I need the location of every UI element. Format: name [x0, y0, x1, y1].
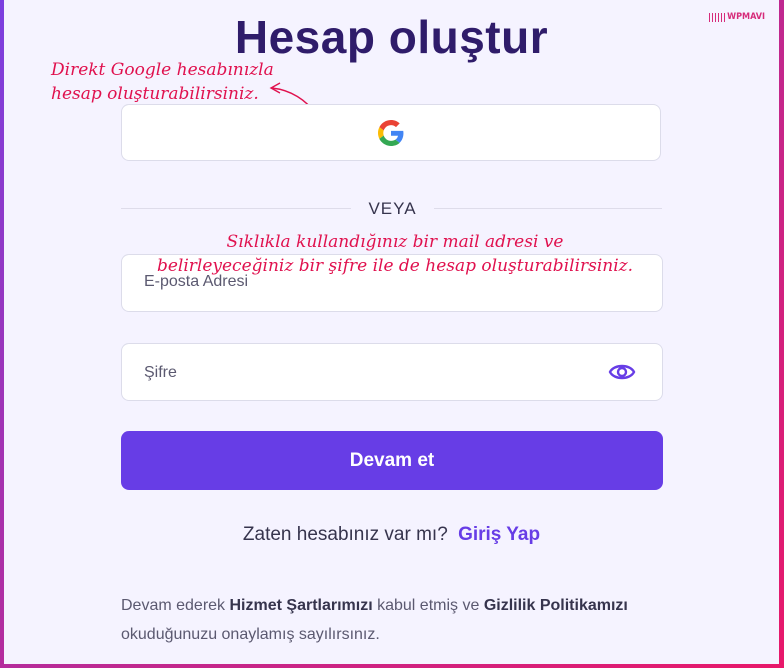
- divider-line-right: [434, 208, 662, 209]
- brand-text: WPMAVI: [727, 12, 765, 22]
- barcode-icon: [709, 12, 726, 22]
- terms-part2: kabul etmiş ve: [377, 597, 480, 614]
- email-annotation-line1: Sıklıkla kullandığınız bir mail adresi v…: [226, 232, 564, 252]
- password-field-box: [121, 343, 663, 402]
- terms-text: Devam ederek Hizmet Şartlarımızı kabul e…: [121, 591, 681, 649]
- terms-part1: Devam ederek: [121, 597, 226, 614]
- google-icon: [378, 119, 404, 146]
- google-annotation-line1: Direkt Google hesabınızla: [51, 60, 274, 80]
- email-annotation: Sıklıkla kullandığınız bir mail adresi v…: [150, 230, 640, 278]
- signup-panel: Hesap oluştur WPMAVI Direkt Google hesab…: [4, 0, 779, 664]
- google-annotation-line2: hesap oluşturabilirsiniz.: [51, 84, 259, 104]
- page-title: Hesap oluştur: [234, 11, 549, 63]
- login-prompt-text: Zaten hesabınız var mı?: [242, 524, 448, 545]
- privacy-policy-link[interactable]: Gizlilik Politikamızı: [484, 597, 628, 614]
- password-input[interactable]: [142, 344, 586, 402]
- terms-part3: okuduğunuzu onaylamış sayılırsınız.: [121, 626, 380, 643]
- login-prompt: Zaten hesabınız var mı? Giriş Yap: [4, 524, 779, 546]
- email-annotation-line2: belirleyeceğiniz bir şifre ile de hesap …: [156, 256, 634, 276]
- google-signup-button[interactable]: [121, 104, 661, 161]
- divider-line-left: [121, 208, 351, 209]
- brand-watermark: WPMAVI: [709, 12, 765, 22]
- eye-icon[interactable]: [608, 360, 636, 384]
- google-annotation: Direkt Google hesabınızla hesap oluştura…: [51, 58, 274, 106]
- continue-button[interactable]: Devam et: [121, 431, 663, 490]
- login-link[interactable]: Giriş Yap: [458, 524, 540, 545]
- divider-label: VEYA: [368, 199, 417, 218]
- terms-of-service-link[interactable]: Hizmet Şartlarımızı: [230, 597, 373, 614]
